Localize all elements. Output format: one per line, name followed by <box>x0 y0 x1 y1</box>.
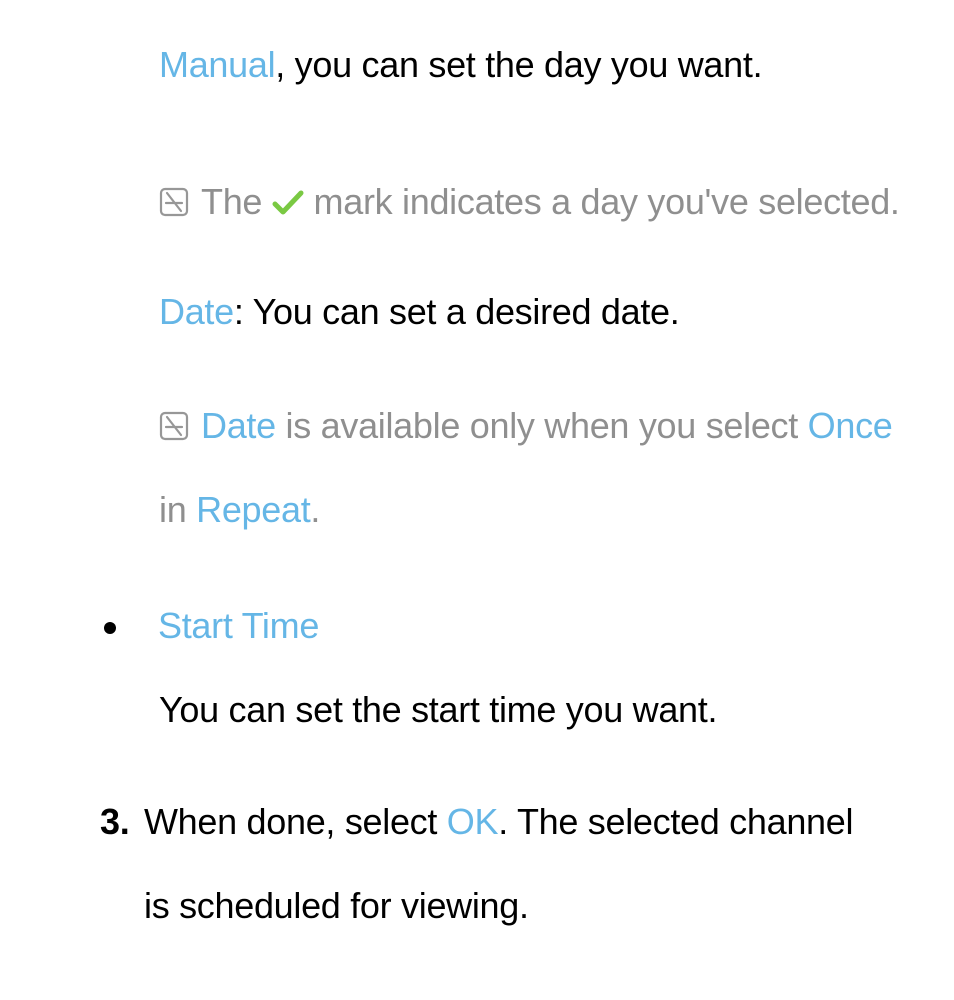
text-start-time-body: You can set the start time you want. <box>159 692 939 728</box>
checkmark-icon <box>272 162 304 188</box>
note-icon <box>159 411 189 441</box>
step-number: 3. <box>100 780 144 864</box>
bullet-start-time: Start Time <box>104 608 954 644</box>
text-manual-rest: , you can set the day you want. <box>275 44 762 85</box>
paragraph-manual-day: Manual, you can set the day you want. <box>159 23 879 107</box>
keyword-manual: Manual <box>159 44 275 85</box>
bullet-icon <box>104 622 116 634</box>
keyword-date2: Date <box>201 405 276 446</box>
heading-start-time: Start Time <box>158 605 319 646</box>
step3-pre: When done, select <box>144 801 447 842</box>
text-date-rest: : You can set a desired date. <box>234 291 680 332</box>
note1-post: mark indicates a day you've selected. <box>304 181 900 222</box>
step-3: 3.When done, select OK. The selected cha… <box>100 780 920 948</box>
manual-page: Manual, you can set the day you want. Th… <box>0 23 954 948</box>
note-checkmark: The mark indicates a day you've selected… <box>159 160 919 244</box>
note2-mid: is available only when you select <box>276 405 808 446</box>
paragraph-date: Date: You can set a desired date. <box>159 294 919 330</box>
keyword-repeat: Repeat <box>196 489 310 530</box>
note-date-availability: Date is available only when you select O… <box>159 384 919 552</box>
note2-in: in <box>159 489 196 530</box>
note1-pre: The <box>201 181 272 222</box>
note-icon <box>159 187 189 217</box>
note2-end: . <box>310 489 320 530</box>
keyword-ok: OK <box>447 801 498 842</box>
keyword-once: Once <box>808 405 893 446</box>
keyword-date: Date <box>159 291 234 332</box>
